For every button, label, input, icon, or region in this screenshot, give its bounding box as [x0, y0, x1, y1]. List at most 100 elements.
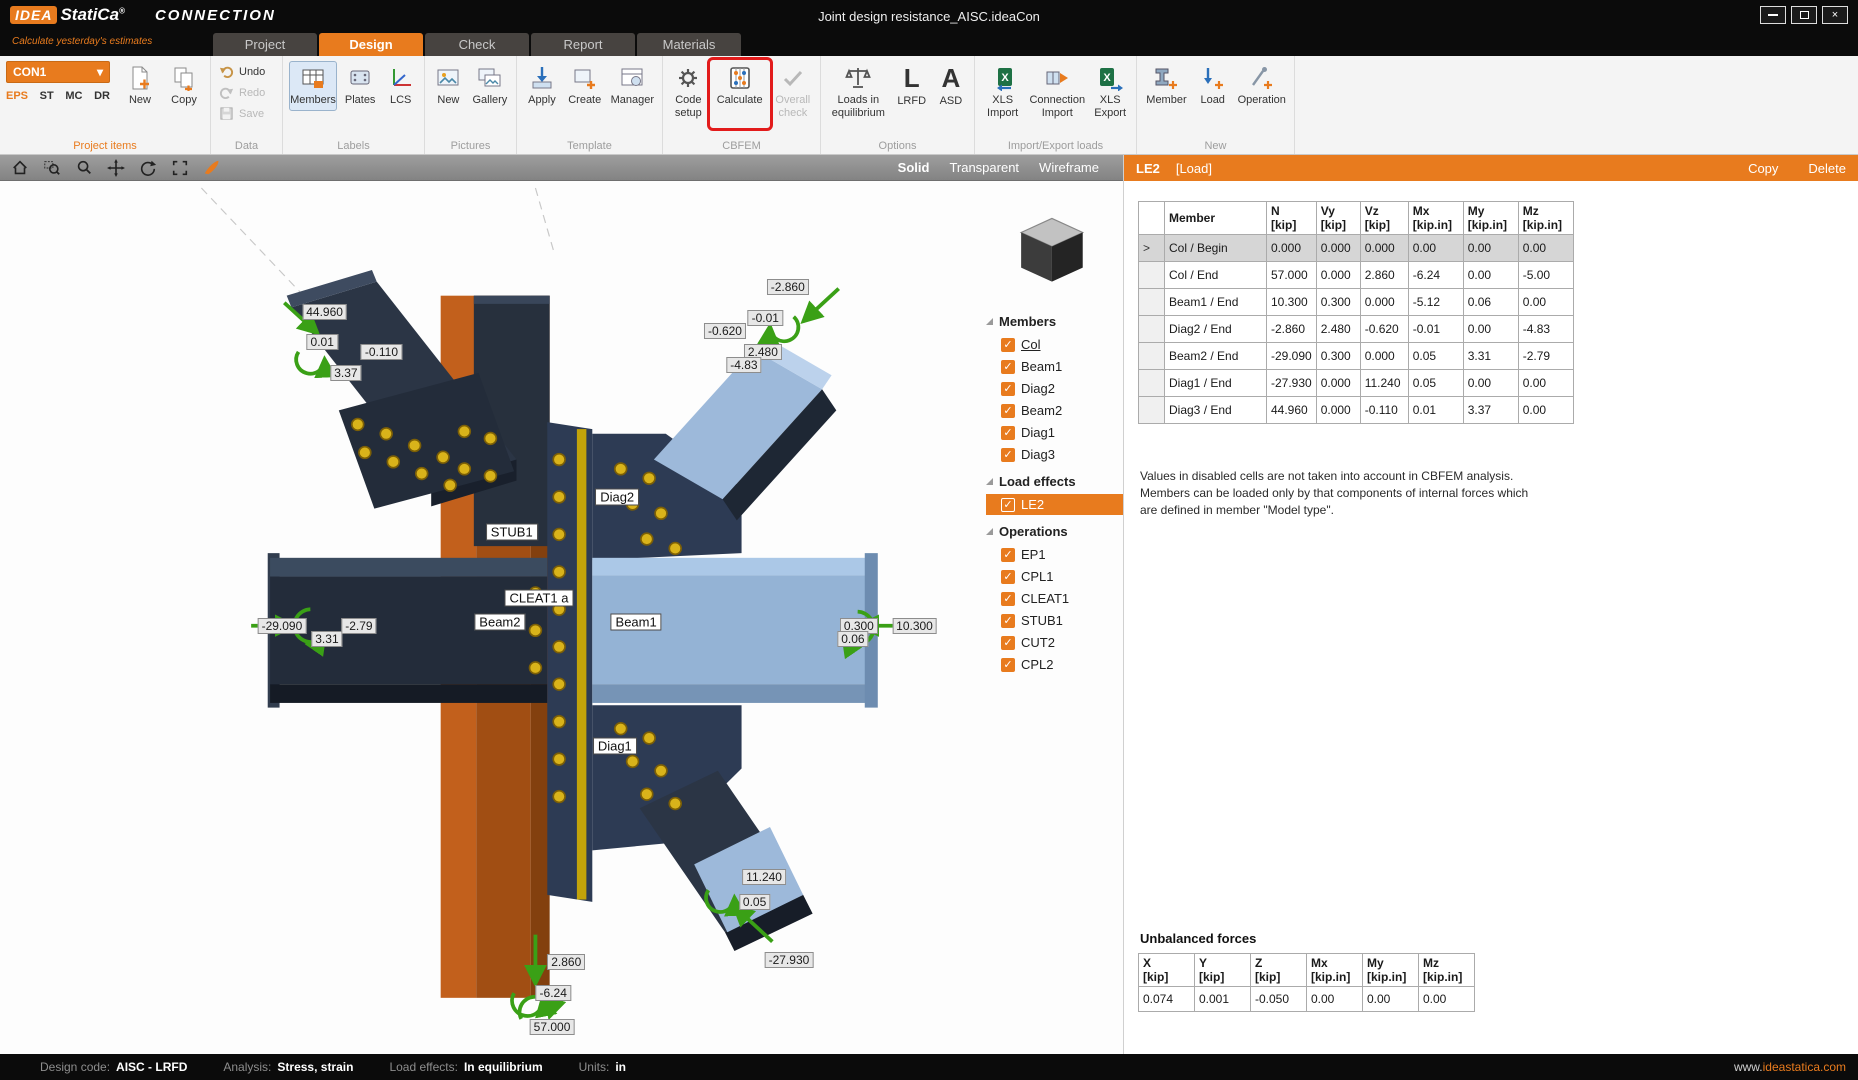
- picture-new-button[interactable]: New: [431, 61, 466, 111]
- load-value-cell[interactable]: 0.00: [1463, 370, 1518, 397]
- template-apply-button[interactable]: Apply: [523, 61, 561, 111]
- load-row-col-begin[interactable]: >Col / Begin0.0000.0000.0000.000.000.00: [1139, 235, 1574, 262]
- checkbox-checked-icon[interactable]: ✓: [1001, 614, 1015, 628]
- checkbox-checked-icon[interactable]: ✓: [1001, 636, 1015, 650]
- member-name-cell[interactable]: Diag2 / End: [1165, 316, 1267, 343]
- checkbox-checked-icon[interactable]: ✓: [1001, 426, 1015, 440]
- checkbox-checked-icon[interactable]: ✓: [1001, 448, 1015, 462]
- load-value-cell[interactable]: -0.620: [1360, 316, 1408, 343]
- load-value-cell[interactable]: 0.000: [1360, 289, 1408, 316]
- load-value-cell[interactable]: 0.00: [1518, 289, 1573, 316]
- load-value-cell[interactable]: 0.000: [1316, 370, 1360, 397]
- xls-export-button[interactable]: X XLS Export: [1090, 61, 1130, 123]
- row-selector-cell[interactable]: >: [1139, 235, 1165, 262]
- load-value-cell[interactable]: 10.300: [1267, 289, 1317, 316]
- new-member-button[interactable]: Member: [1143, 61, 1190, 111]
- save-button[interactable]: Save: [217, 105, 276, 122]
- load-value-cell[interactable]: 0.000: [1360, 343, 1408, 370]
- load-value-cell[interactable]: 0.00: [1408, 235, 1463, 262]
- load-value-cell[interactable]: 0.00: [1518, 370, 1573, 397]
- copy-load-button[interactable]: Copy: [1748, 161, 1778, 176]
- load-value-cell[interactable]: 0.00: [1463, 262, 1518, 289]
- load-value-cell[interactable]: 0.000: [1316, 262, 1360, 289]
- zoom-fit-button[interactable]: [170, 158, 190, 178]
- checkbox-checked-icon[interactable]: ✓: [1001, 382, 1015, 396]
- load-value-cell[interactable]: 0.05: [1408, 343, 1463, 370]
- load-value-cell[interactable]: 0.000: [1360, 235, 1408, 262]
- member-label-beam2[interactable]: Beam2: [474, 614, 525, 631]
- gallery-button[interactable]: Gallery: [470, 61, 510, 111]
- row-selector-cell[interactable]: [1139, 289, 1165, 316]
- template-manager-button[interactable]: Manager: [609, 61, 656, 111]
- tab-report[interactable]: Report: [531, 33, 635, 56]
- checkbox-checked-icon[interactable]: ✓: [1001, 592, 1015, 606]
- lrfd-button[interactable]: L LRFD: [894, 61, 930, 112]
- nav-cube[interactable]: [1021, 218, 1083, 281]
- checkbox-checked-icon[interactable]: ✓: [1001, 498, 1015, 512]
- load-value-cell[interactable]: 44.960: [1267, 397, 1317, 424]
- load-row-beam1-end[interactable]: Beam1 / End10.3000.3000.000-5.120.060.00: [1139, 289, 1574, 316]
- viewport-3d[interactable]: Solid Transparent Wireframe: [0, 155, 1123, 1054]
- load-value-cell[interactable]: 0.06: [1463, 289, 1518, 316]
- overall-check-button[interactable]: Overall check: [772, 61, 814, 123]
- member-name-cell[interactable]: Beam1 / End: [1165, 289, 1267, 316]
- project-item-selector[interactable]: CON1 ▾: [6, 61, 110, 83]
- load-value-cell[interactable]: 0.05: [1408, 370, 1463, 397]
- labels-lcs-button[interactable]: LCS: [383, 61, 418, 111]
- row-selector-cell[interactable]: [1139, 370, 1165, 397]
- new-operation-button[interactable]: Operation: [1235, 61, 1288, 111]
- row-selector-cell[interactable]: [1139, 397, 1165, 424]
- mode-eps[interactable]: EPS: [6, 90, 28, 102]
- load-value-cell[interactable]: -27.930: [1267, 370, 1317, 397]
- load-value-cell[interactable]: -5.12: [1408, 289, 1463, 316]
- member-label-beam1[interactable]: Beam1: [611, 614, 662, 631]
- member-name-cell[interactable]: Beam2 / End: [1165, 343, 1267, 370]
- tree-item-cut2[interactable]: ✓CUT2: [986, 632, 1126, 653]
- load-value-cell[interactable]: 3.31: [1463, 343, 1518, 370]
- load-value-cell[interactable]: 0.300: [1316, 343, 1360, 370]
- view-mode-wireframe[interactable]: Wireframe: [1039, 160, 1099, 175]
- connection-import-button[interactable]: Connection Import: [1028, 61, 1086, 123]
- tree-section-operations[interactable]: Operations: [986, 524, 1126, 539]
- maximize-button[interactable]: [1791, 6, 1817, 24]
- new-project-item-button[interactable]: New: [120, 61, 160, 111]
- template-create-button[interactable]: Create: [565, 61, 605, 111]
- view-home-button[interactable]: [10, 158, 30, 178]
- load-value-cell[interactable]: -0.110: [1360, 397, 1408, 424]
- member-label-cleat1-a[interactable]: CLEAT1 a: [504, 589, 573, 606]
- pan-button[interactable]: [106, 158, 126, 178]
- tree-item-diag3[interactable]: ✓Diag3: [986, 444, 1126, 465]
- member-name-cell[interactable]: Col / Begin: [1165, 235, 1267, 262]
- load-value-cell[interactable]: 11.240: [1360, 370, 1408, 397]
- mode-dr[interactable]: DR: [94, 90, 110, 102]
- new-load-button[interactable]: Load: [1194, 61, 1232, 111]
- load-value-cell[interactable]: 2.480: [1316, 316, 1360, 343]
- member-name-cell[interactable]: Diag3 / End: [1165, 397, 1267, 424]
- checkbox-checked-icon[interactable]: ✓: [1001, 658, 1015, 672]
- load-value-cell[interactable]: 0.000: [1316, 235, 1360, 262]
- row-selector-cell[interactable]: [1139, 316, 1165, 343]
- checkbox-checked-icon[interactable]: ✓: [1001, 548, 1015, 562]
- member-label-stub1[interactable]: STUB1: [486, 524, 538, 541]
- load-value-cell[interactable]: 0.300: [1316, 289, 1360, 316]
- checkbox-checked-icon[interactable]: ✓: [1001, 338, 1015, 352]
- zoom-button[interactable]: [74, 158, 94, 178]
- load-row-diag3-end[interactable]: Diag3 / End44.9600.000-0.1100.013.370.00: [1139, 397, 1574, 424]
- labels-members-button[interactable]: Members: [289, 61, 337, 111]
- model-3d-scene[interactable]: [0, 181, 1123, 1054]
- load-row-diag2-end[interactable]: Diag2 / End-2.8602.480-0.620-0.010.00-4.…: [1139, 316, 1574, 343]
- tree-item-diag1[interactable]: ✓Diag1: [986, 422, 1126, 443]
- checkbox-checked-icon[interactable]: ✓: [1001, 570, 1015, 584]
- load-value-cell[interactable]: -6.24: [1408, 262, 1463, 289]
- asd-button[interactable]: A ASD: [934, 61, 968, 112]
- load-row-beam2-end[interactable]: Beam2 / End-29.0900.3000.0000.053.31-2.7…: [1139, 343, 1574, 370]
- load-value-cell[interactable]: 0.00: [1518, 397, 1573, 424]
- website-link[interactable]: www.ideastatica.com: [1734, 1060, 1846, 1074]
- tab-project[interactable]: Project: [213, 33, 317, 56]
- tree-item-stub1[interactable]: ✓STUB1: [986, 610, 1126, 631]
- paint-button[interactable]: [202, 158, 222, 178]
- labels-plates-button[interactable]: Plates: [341, 61, 379, 111]
- load-value-cell[interactable]: -29.090: [1267, 343, 1317, 370]
- load-value-cell[interactable]: 3.37: [1463, 397, 1518, 424]
- row-selector-cell[interactable]: [1139, 262, 1165, 289]
